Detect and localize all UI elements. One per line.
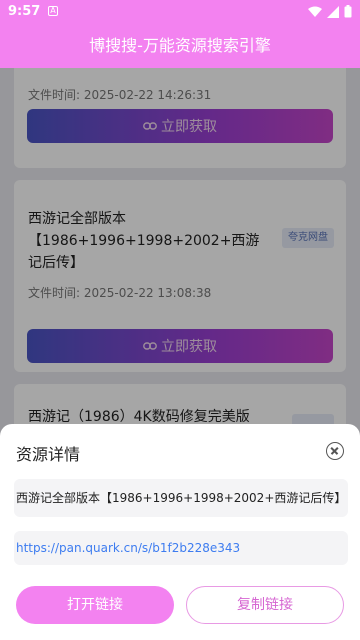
close-icon[interactable] bbox=[326, 442, 344, 460]
page-title: 博搜搜-万能资源搜索引擎 bbox=[0, 24, 360, 68]
wifi-icon bbox=[308, 6, 322, 17]
battery-icon bbox=[344, 5, 352, 18]
resource-name: 西游记全部版本【1986+1996+1998+2002+西游记后传】 bbox=[14, 479, 348, 517]
status-icons bbox=[308, 5, 352, 18]
resource-link[interactable]: https://pan.quark.cn/s/b1f2b228e343 bbox=[14, 531, 348, 565]
status-bar: 9:57 A bbox=[0, 0, 360, 24]
resource-detail-sheet: 资源详情 西游记全部版本【1986+1996+1998+2002+西游记后传】 … bbox=[0, 424, 360, 640]
status-time: 9:57 bbox=[8, 4, 41, 19]
copy-link-button[interactable]: 复制链接 bbox=[186, 586, 344, 624]
notification-app-icon: A bbox=[48, 6, 58, 16]
sheet-title: 资源详情 bbox=[16, 445, 81, 464]
open-link-button[interactable]: 打开链接 bbox=[16, 586, 174, 624]
signal-icon bbox=[327, 5, 339, 18]
